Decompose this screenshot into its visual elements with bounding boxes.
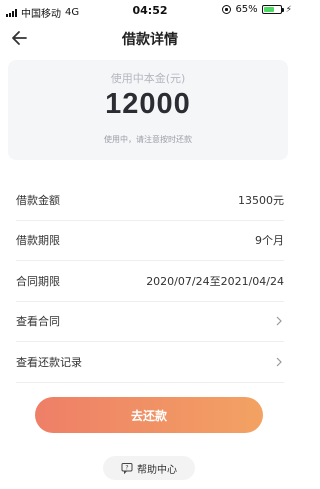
row-value: 13500元 xyxy=(238,193,284,207)
repayment-reminder: 使用中，请注意按时还款 xyxy=(104,135,192,144)
battery-icon xyxy=(261,5,284,14)
nav-bar: 借款详情 xyxy=(0,22,300,54)
help-center-button[interactable]: ? 帮助中心 xyxy=(103,456,195,480)
row-label: 合同期限 xyxy=(16,274,60,288)
row-value: 2020/07/24至2021/04/24 xyxy=(146,274,284,288)
row-loan-amount: 借款金额 13500元 xyxy=(16,180,284,221)
row-view-contract[interactable]: 查看合同 xyxy=(16,302,284,342)
chevron-right-icon xyxy=(276,357,282,367)
row-label: 借款期限 xyxy=(16,234,60,248)
chevron-right-icon xyxy=(276,316,282,326)
principal-card: 使用中本金(元) 12000 使用中，请注意按时还款 xyxy=(8,60,288,160)
loan-detail-list: 借款金额 13500元 借款期限 9个月 合同期限 2020/07/24至202… xyxy=(16,180,284,383)
row-loan-term: 借款期限 9个月 xyxy=(16,221,284,261)
row-label: 查看还款记录 xyxy=(16,355,82,369)
status-right: 65% ⚡ xyxy=(222,4,292,15)
chat-question-icon: ? xyxy=(121,463,133,474)
repay-button[interactable]: 去还款 xyxy=(35,397,263,433)
principal-amount: 12000 xyxy=(105,88,191,120)
principal-label: 使用中本金(元) xyxy=(110,72,186,85)
row-value: 9个月 xyxy=(255,234,284,248)
help-center-label: 帮助中心 xyxy=(137,464,177,476)
status-bar: 中国移动 4G 04:52 65% ⚡ xyxy=(0,0,300,22)
row-view-repayment-records[interactable]: 查看还款记录 xyxy=(16,342,284,383)
row-contract-period: 合同期限 2020/07/24至2021/04/24 xyxy=(16,261,284,302)
page-title: 借款详情 xyxy=(122,32,178,48)
svg-text:?: ? xyxy=(125,464,128,471)
row-label: 借款金额 xyxy=(16,193,60,207)
charging-icon: ⚡ xyxy=(285,4,292,15)
battery-percent: 65% xyxy=(235,4,258,15)
orientation-lock-icon xyxy=(222,5,232,14)
row-label: 查看合同 xyxy=(16,315,60,329)
